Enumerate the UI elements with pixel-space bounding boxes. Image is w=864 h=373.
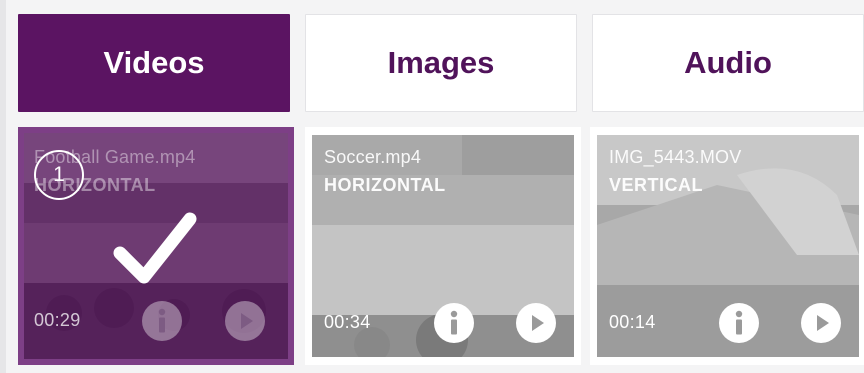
video-thumbnail: Soccer.mp4 HORIZONTAL 00:34 xyxy=(312,135,574,357)
media-picker: Videos Images Audio Football Game.mp4 HO… xyxy=(0,0,864,373)
media-card[interactable]: IMG_5443.MOV VERTICAL 00:14 xyxy=(590,127,864,365)
info-button[interactable] xyxy=(719,303,759,343)
play-button[interactable] xyxy=(516,303,556,343)
media-duration: 00:14 xyxy=(609,312,656,332)
media-orientation: VERTICAL xyxy=(609,175,703,195)
media-type-tabs: Videos Images Audio xyxy=(18,14,864,112)
play-icon xyxy=(241,313,253,329)
media-filename: Soccer.mp4 xyxy=(324,147,422,167)
checkmark-icon xyxy=(113,212,197,284)
video-thumbnail: IMG_5443.MOV VERTICAL 00:14 xyxy=(597,135,859,357)
play-icon xyxy=(817,315,829,331)
selection-count-badge: 1 xyxy=(34,150,84,200)
play-button[interactable] xyxy=(225,301,265,341)
info-icon xyxy=(450,310,458,335)
tab-audio[interactable]: Audio xyxy=(592,14,864,112)
media-card[interactable]: Soccer.mp4 HORIZONTAL 00:34 xyxy=(305,127,581,365)
info-icon xyxy=(158,308,166,333)
media-grid: Football Game.mp4 HORIZONTAL 1 00:29 Soc… xyxy=(18,127,864,365)
media-filename: IMG_5443.MOV xyxy=(609,147,742,167)
video-thumbnail: Football Game.mp4 HORIZONTAL 1 00:29 xyxy=(24,133,288,359)
play-button[interactable] xyxy=(801,303,841,343)
media-duration: 00:29 xyxy=(34,310,81,330)
info-button[interactable] xyxy=(434,303,474,343)
media-duration: 00:34 xyxy=(324,312,371,332)
media-orientation: HORIZONTAL xyxy=(324,175,446,195)
info-button[interactable] xyxy=(142,301,182,341)
info-icon xyxy=(735,310,743,335)
tab-images[interactable]: Images xyxy=(305,14,577,112)
tab-videos[interactable]: Videos xyxy=(18,14,290,112)
play-icon xyxy=(532,315,544,331)
media-card-selected[interactable]: Football Game.mp4 HORIZONTAL 1 00:29 xyxy=(18,127,294,365)
